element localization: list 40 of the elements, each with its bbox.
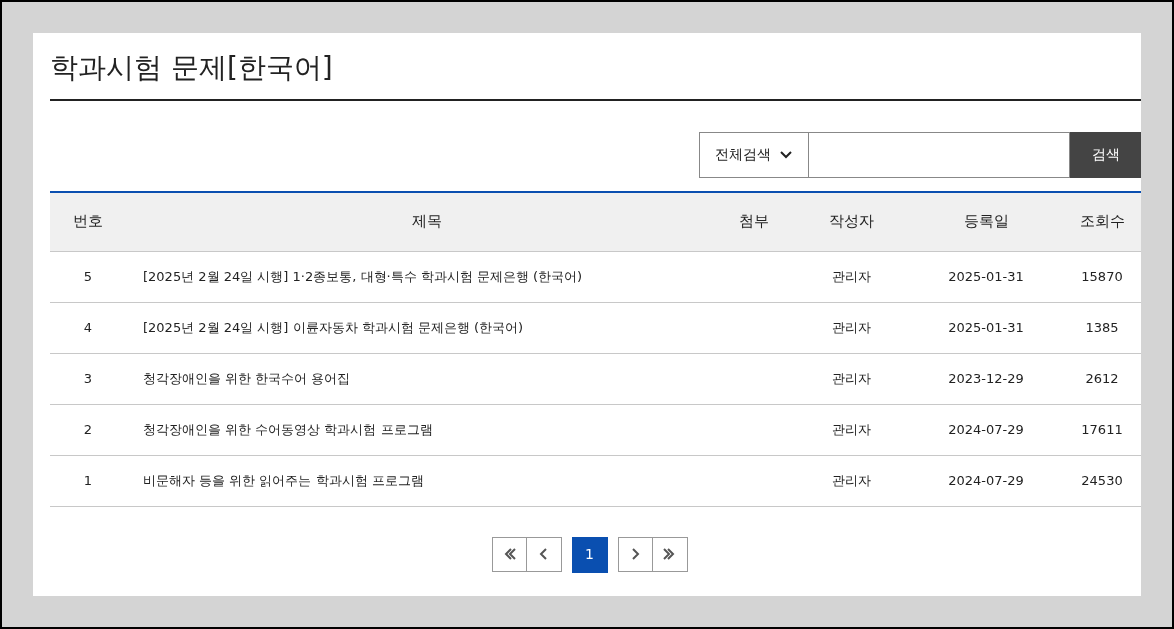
table-cell-text: 1385 [1084, 318, 1120, 337]
table-cell-text: 2025-01-31 [947, 318, 1025, 337]
page-title: 학과시험 문제[한국어] [50, 33, 1141, 101]
post-title-link[interactable]: 청각장애인을 위한 수어동영상 학과시험 프로그램 [143, 421, 433, 437]
column-header: 제목 [411, 211, 443, 233]
table-cell-text: 2612 [1084, 369, 1120, 388]
post-title-link[interactable]: 청각장애인을 위한 한국수어 용어집 [143, 370, 351, 386]
first-page-button[interactable] [491, 536, 527, 572]
next-page-button[interactable] [617, 536, 653, 572]
post-title-link[interactable]: [2025년 2월 24일 시행] 1·2종보통, 대형·특수 학과시험 문제은행 (한국어) [143, 268, 583, 284]
last-page-button[interactable] [652, 536, 688, 572]
table-cell-text: 2024-07-29 [947, 420, 1025, 439]
post-title-link[interactable]: 비문해자 등을 위한 읽어주는 학과시험 프로그램 [143, 472, 424, 488]
table-cell-text: 관리자 [830, 369, 872, 388]
page-number-button[interactable]: 1 [571, 536, 608, 573]
column-header: 조회수 [1078, 211, 1126, 233]
post-title-link[interactable]: [2025년 2월 24일 시행] 이륜자동차 학과시험 문제은행 (한국어) [143, 319, 524, 335]
table-cell-text: 4 [82, 318, 94, 337]
table-cell-text: 관리자 [830, 471, 872, 490]
table-cell-text: 관리자 [830, 267, 872, 286]
column-header: 등록일 [962, 211, 1010, 233]
table-cell-text: 3 [82, 369, 94, 388]
column-header: 첨부 [738, 211, 770, 233]
column-header: 번호 [72, 211, 104, 233]
table-cell-text: 5 [82, 267, 94, 286]
table-cell-text: 15870 [1080, 267, 1124, 286]
previous-page-button[interactable] [526, 536, 562, 572]
search-input-field[interactable] [809, 131, 1070, 178]
table-cell-text: 관리자 [830, 318, 872, 337]
table-cell-text: 1 [82, 471, 94, 490]
column-header: 작성자 [827, 211, 875, 233]
table-cell-text: 17611 [1080, 420, 1124, 439]
table-cell-text: 2025-01-31 [947, 267, 1025, 286]
table-cell-text: 2 [82, 420, 94, 439]
table-cell-text: 24530 [1080, 471, 1124, 490]
table-cell-text: 2023-12-29 [947, 369, 1025, 388]
search-scope-dropdown[interactable]: 전체검색 [699, 131, 809, 178]
table-cell-text: 관리자 [830, 420, 872, 439]
search-button[interactable]: 검색 [1070, 131, 1141, 178]
table-cell-text: 2024-07-29 [947, 471, 1025, 490]
